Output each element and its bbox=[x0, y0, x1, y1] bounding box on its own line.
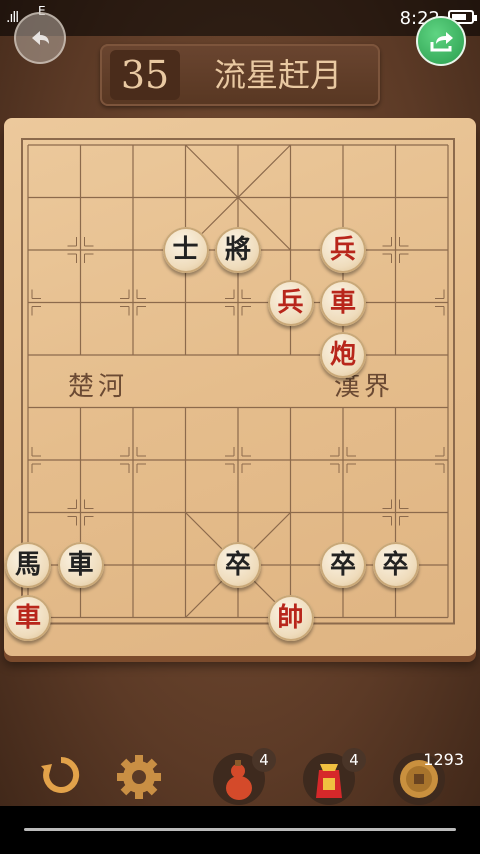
piece-red[interactable]: 兵 bbox=[267, 279, 314, 326]
bottom-toolbar: 4 4 1293 bbox=[0, 736, 480, 806]
hint-bag-button[interactable]: 4 bbox=[302, 748, 366, 806]
piece-red[interactable]: 帥 bbox=[267, 594, 314, 641]
share-button[interactable] bbox=[416, 16, 466, 66]
status-bar: .ıll E 8:22 bbox=[0, 0, 480, 36]
level-number: 35 bbox=[120, 53, 170, 97]
piece-black[interactable]: 將 bbox=[215, 227, 261, 273]
home-indicator[interactable] bbox=[24, 828, 456, 831]
piece-black[interactable]: 卒 bbox=[372, 542, 419, 588]
piece-black[interactable]: 馬 bbox=[5, 542, 51, 588]
piece-black[interactable]: 車 bbox=[57, 542, 104, 588]
piece-red[interactable]: 車 bbox=[320, 279, 366, 326]
piece-black[interactable]: 士 bbox=[162, 227, 209, 273]
system-nav-bar bbox=[0, 806, 480, 854]
level-name: 流星赶月 bbox=[213, 56, 342, 94]
back-icon bbox=[32, 31, 49, 45]
level-title-plate: 35 流星赶月 bbox=[100, 44, 380, 106]
undo-icon bbox=[41, 756, 80, 793]
piece-red[interactable]: 兵 bbox=[320, 227, 366, 273]
piece-red[interactable]: 車 bbox=[5, 594, 51, 641]
piece-black[interactable]: 卒 bbox=[215, 542, 261, 588]
chess-board[interactable]: 楚河 漢界 士將兵兵車炮馬車卒卒卒車帥 bbox=[4, 118, 476, 656]
undo-button[interactable] bbox=[38, 752, 88, 802]
piece-red[interactable]: 炮 bbox=[320, 332, 366, 378]
gourd-item-button[interactable]: 4 bbox=[212, 748, 276, 806]
settings-button[interactable] bbox=[114, 752, 164, 802]
gourd-count: 4 bbox=[252, 748, 276, 772]
gear-icon bbox=[117, 755, 161, 799]
river-label-left: 楚河 bbox=[68, 372, 129, 402]
back-button[interactable] bbox=[14, 12, 66, 64]
hint-bag-count: 4 bbox=[342, 748, 366, 772]
piece-black[interactable]: 卒 bbox=[320, 542, 366, 588]
level-number-box: 35 bbox=[110, 50, 180, 100]
share-icon bbox=[430, 32, 453, 52]
signal-icon: .ıll bbox=[6, 10, 19, 26]
coin-count: 1293 bbox=[423, 750, 464, 769]
